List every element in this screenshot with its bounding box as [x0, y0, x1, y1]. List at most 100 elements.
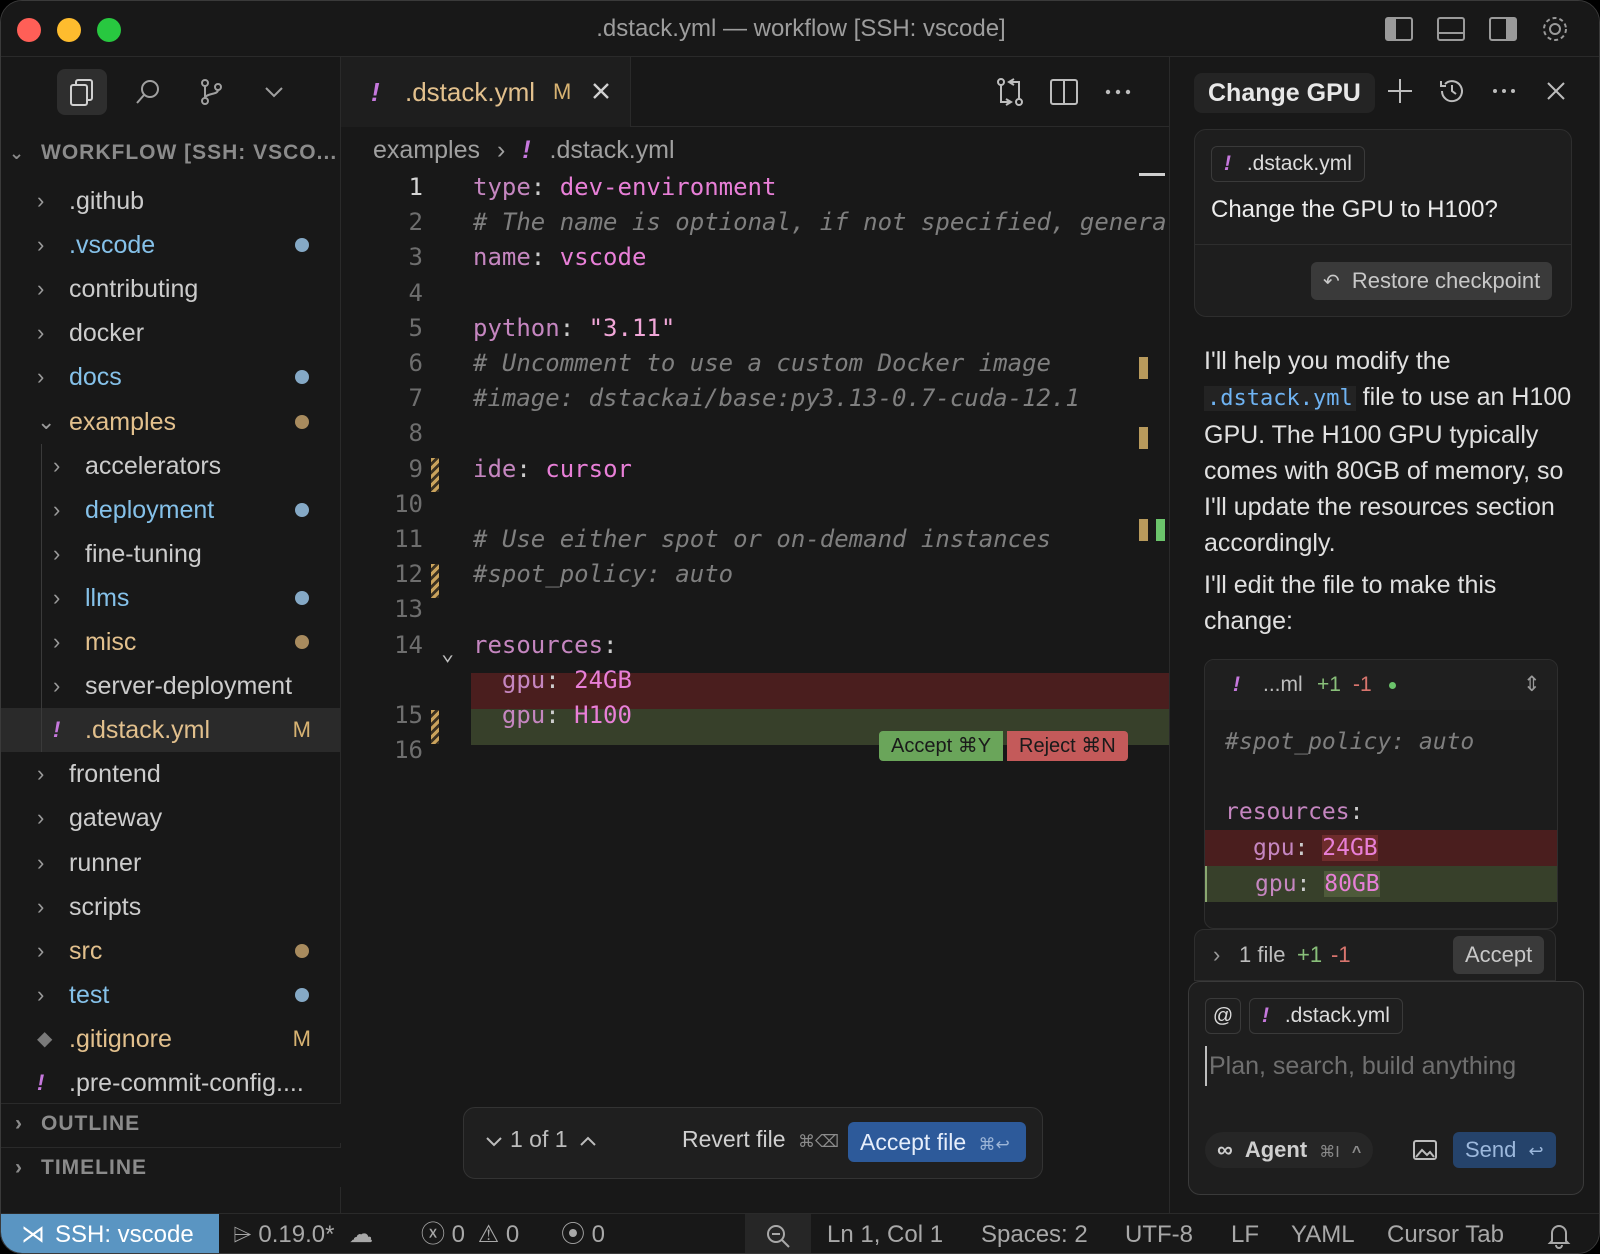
code-line: resources:	[1225, 799, 1364, 825]
language-mode[interactable]: YAML	[1291, 1214, 1355, 1253]
problems-indicator[interactable]: ⓧ 0 ⚠ 0	[421, 1214, 519, 1253]
tree-item-label: .dstack.yml	[85, 716, 211, 745]
search-icon[interactable]	[123, 69, 173, 115]
tree-item-label: server-deployment	[85, 672, 293, 701]
accept-file-button[interactable]: Accept file ⌘↩	[848, 1122, 1026, 1162]
folder-item[interactable]: › scripts	[1, 885, 341, 929]
new-chat-icon[interactable]	[1384, 75, 1416, 107]
folder-item[interactable]: › contributing	[1, 267, 341, 311]
folder-item[interactable]: › misc	[1, 620, 341, 664]
zoom-icon[interactable]	[745, 1214, 811, 1253]
attach-image-icon[interactable]	[1411, 1136, 1439, 1164]
line-endings[interactable]: LF	[1231, 1214, 1259, 1253]
mention-at-icon[interactable]: @	[1205, 998, 1241, 1034]
chevron-right-icon: ›	[15, 1156, 23, 1179]
chevron-right-icon: ›	[37, 805, 45, 831]
notifications-bell-icon[interactable]	[1545, 1221, 1573, 1249]
folder-item[interactable]: › frontend	[1, 752, 341, 796]
chevron-right-icon: ›	[37, 320, 45, 346]
breadcrumb-file[interactable]: .dstack.yml	[550, 136, 675, 164]
app-window: .dstack.yml — workflow [SSH: vscode] ⌄ W…	[0, 0, 1600, 1254]
revert-file-button[interactable]: Revert file ⌘⌫	[682, 1126, 839, 1153]
settings-gear-icon[interactable]	[1539, 13, 1571, 45]
ports-indicator[interactable]: ⦿ 0	[561, 1214, 605, 1253]
error-count: 0	[451, 1221, 466, 1248]
folder-item[interactable]: › test	[1, 973, 341, 1017]
yaml-file-icon: !	[522, 136, 531, 164]
folder-item[interactable]: › docker	[1, 311, 341, 355]
workspace-header[interactable]: ⌄ WORKFLOW [SSH: VSCO...	[1, 133, 341, 173]
folder-item[interactable]: ⌄ examples	[1, 400, 341, 444]
tab-dstack-yml[interactable]: ! .dstack.yml M	[341, 57, 631, 127]
folder-item[interactable]: › llms	[1, 575, 341, 620]
breadcrumb-folder[interactable]: examples	[373, 136, 480, 164]
folder-item[interactable]: › .vscode	[1, 223, 341, 267]
accept-file-label: Accept file	[860, 1129, 967, 1155]
more-options-icon[interactable]	[1488, 75, 1520, 107]
remote-indicator[interactable]: ⋊ SSH: vscode	[1, 1214, 219, 1253]
agent-mode-selector[interactable]: ∞ Agent ⌘I ^	[1205, 1132, 1374, 1168]
chevron-right-icon[interactable]: ›	[1213, 930, 1220, 980]
folder-item[interactable]: › docs	[1, 355, 341, 399]
reject-change-button[interactable]: Reject ⌘N	[1007, 731, 1128, 761]
code-line: 9 ide: cursor	[341, 451, 1169, 487]
code-text: #spot_policy: auto	[473, 560, 734, 589]
code-line: 6 # Uncomment to use a custom Docker imag…	[341, 345, 1169, 381]
cursor-tab-status[interactable]: Cursor Tab	[1387, 1214, 1504, 1253]
expand-collapse-icon[interactable]: ⇕	[1523, 660, 1541, 710]
folder-item[interactable]: › fine-tuning	[1, 531, 341, 576]
file-item[interactable]: ! .dstack.yml M	[1, 708, 341, 753]
restore-checkpoint-button[interactable]: ↶ Restore checkpoint	[1311, 262, 1553, 300]
outline-section[interactable]: › OUTLINE	[1, 1103, 341, 1143]
encoding[interactable]: UTF-8	[1125, 1214, 1193, 1253]
accept-change-button[interactable]: Accept ⌘Y	[879, 731, 1004, 761]
restore-checkpoint-label: Restore checkpoint	[1351, 268, 1541, 293]
folder-item[interactable]: › server-deployment	[1, 664, 341, 709]
close-panel-icon[interactable]	[1540, 75, 1572, 107]
toggle-secondary-sidebar-icon[interactable]	[1487, 13, 1519, 45]
code-line: 1 type: dev-environment	[341, 169, 1169, 205]
folder-item[interactable]: › src	[1, 929, 341, 973]
cursor-position[interactable]: Ln 1, Col 1	[827, 1214, 943, 1253]
file-item[interactable]: ! .pre-commit-config....	[1, 1061, 341, 1105]
send-button[interactable]: Send ↩	[1453, 1132, 1556, 1168]
version-tag[interactable]: ⌲ 0.19.0* ☁	[233, 1214, 373, 1253]
split-editor-icon[interactable]	[1047, 75, 1081, 109]
folder-item[interactable]: › accelerators	[1, 443, 341, 488]
code-diff-block: ! ...ml +1 -1 ⇕ #spot_policy: auto resou…	[1204, 659, 1558, 929]
divider	[1195, 244, 1571, 245]
context-file-chip[interactable]: ! .dstack.yml	[1249, 998, 1403, 1034]
yaml-value: 80GB	[1324, 871, 1380, 897]
code-line: 10	[341, 486, 1169, 522]
line-number: 15	[394, 701, 423, 729]
folder-item[interactable]: › deployment	[1, 487, 341, 532]
modified-dot	[295, 238, 309, 253]
next-change-chevron-icon[interactable]	[578, 1128, 598, 1156]
accept-all-button[interactable]: Accept	[1453, 936, 1545, 974]
folder-item[interactable]: › runner	[1, 841, 341, 885]
toggle-primary-sidebar-icon[interactable]	[1383, 13, 1415, 45]
toggle-panel-icon[interactable]	[1435, 13, 1467, 45]
source-control-icon[interactable]	[186, 69, 236, 115]
explorer-files-icon[interactable]	[57, 69, 107, 115]
open-changes-icon[interactable]	[993, 75, 1027, 109]
user-message-text: Change the GPU to H100?	[1211, 196, 1498, 223]
cloud-sync-icon[interactable]: ☁	[349, 1221, 373, 1248]
chat-prompt-input[interactable]: Plan, search, build anything	[1205, 1046, 1569, 1086]
line-number: 4	[408, 278, 423, 307]
file-item[interactable]: ◆ .gitignore M	[1, 1017, 341, 1061]
chevron-down-icon[interactable]	[249, 69, 299, 115]
more-actions-icon[interactable]	[1101, 75, 1135, 109]
close-tab-icon[interactable]	[587, 77, 615, 105]
timeline-section[interactable]: › TIMELINE	[1, 1147, 341, 1187]
folder-item[interactable]: › gateway	[1, 796, 341, 840]
code-editor[interactable]: ⌄ 1 type: dev-environment 2 # The name is o…	[341, 169, 1169, 809]
indentation[interactable]: Spaces: 2	[981, 1214, 1088, 1253]
context-file-chip[interactable]: ! .dstack.yml	[1211, 146, 1365, 182]
chevron-right-icon: ›	[53, 496, 61, 522]
remote-connection-icon: ⋊	[21, 1221, 45, 1248]
chat-tab-title[interactable]: Change GPU	[1194, 73, 1375, 113]
previous-change-chevron-icon[interactable]	[484, 1128, 504, 1156]
folder-item[interactable]: › .github	[1, 179, 341, 223]
history-icon[interactable]	[1436, 75, 1468, 107]
